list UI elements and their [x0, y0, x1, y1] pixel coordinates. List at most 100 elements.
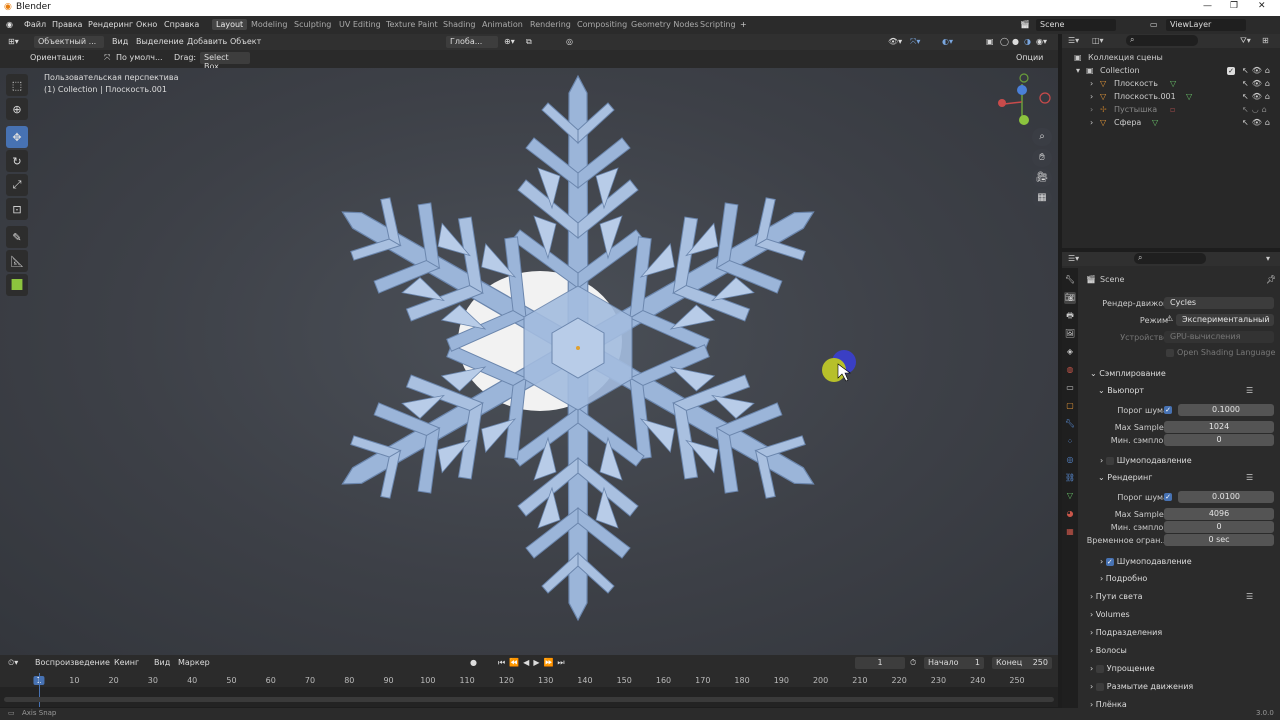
- vp-noise-checkbox[interactable]: ✓: [1164, 405, 1175, 414]
- presets-list-icon[interactable]: ☰: [1246, 473, 1253, 482]
- vp-max-samples-field[interactable]: 1024: [1164, 421, 1274, 433]
- restriction-icons[interactable]: ↖👁︎⌂: [1242, 79, 1273, 88]
- outliner-search-input[interactable]: ⌕: [1126, 35, 1198, 46]
- annotate-tool-icon[interactable]: ✎: [6, 226, 28, 248]
- proportional-edit-icon[interactable]: ◎: [566, 37, 573, 46]
- section-advanced[interactable]: › Подробно: [1100, 574, 1147, 583]
- preview-range-icon[interactable]: ⏱: [910, 658, 916, 668]
- drag-dropdown[interactable]: Select Box: [200, 52, 250, 71]
- expand-arrow-icon[interactable]: ›: [1090, 105, 1093, 114]
- expand-arrow-icon[interactable]: ▾: [1076, 66, 1080, 75]
- menu-file[interactable]: Файл: [24, 20, 46, 29]
- tab-shading[interactable]: Shading: [443, 20, 476, 29]
- tab-modeling[interactable]: Modeling: [251, 20, 287, 29]
- section-sampling[interactable]: ⌄ Сэмплирование: [1090, 369, 1166, 378]
- r-noise-threshold-field[interactable]: 0.0100: [1178, 491, 1274, 503]
- current-frame-field[interactable]: 1: [855, 657, 905, 669]
- render-engine-dropdown[interactable]: Cycles: [1164, 297, 1274, 309]
- mode-dropdown[interactable]: Объектный ...: [34, 36, 104, 48]
- tab-scripting[interactable]: Scripting: [700, 20, 736, 29]
- restriction-icons[interactable]: ↖👁︎⌂: [1242, 118, 1273, 127]
- transform-orientation-dropdown[interactable]: Глоба...: [446, 36, 498, 48]
- tab-geometry-nodes[interactable]: Geometry Nodes: [631, 20, 698, 29]
- shading-rendered-icon[interactable]: ◉▾: [1036, 37, 1047, 46]
- transform-tool-icon[interactable]: ⊡: [6, 198, 28, 220]
- expand-arrow-icon[interactable]: ›: [1090, 118, 1093, 127]
- display-mode-icon[interactable]: ◫▾: [1092, 36, 1104, 45]
- minimize-icon[interactable]: —: [1203, 1, 1212, 11]
- move-tool-icon[interactable]: ✥: [6, 126, 28, 148]
- close-icon[interactable]: ✕: [1258, 1, 1266, 11]
- mode-dropdown[interactable]: Экспериментальный: [1176, 314, 1274, 326]
- section-vp-denoise[interactable]: › Шумоподавление: [1100, 456, 1192, 465]
- output-tab-icon[interactable]: 🖶︎: [1064, 310, 1076, 322]
- tab-layout[interactable]: Layout: [212, 19, 248, 30]
- properties-search-input[interactable]: ⌕: [1134, 253, 1206, 264]
- properties-options-icon[interactable]: ▾: [1266, 254, 1270, 263]
- tab-uv-editing[interactable]: UV Editing: [339, 20, 381, 29]
- restriction-icons[interactable]: ↖👁︎⌂: [1242, 66, 1273, 75]
- section-subdivision[interactable]: › Подразделения: [1090, 628, 1162, 637]
- restriction-icons[interactable]: ↖👁︎⌂: [1242, 92, 1273, 101]
- scene-icon[interactable]: 🎬︎: [1020, 20, 1030, 29]
- scene-tab-icon[interactable]: ◈: [1064, 346, 1076, 358]
- visibility-icon[interactable]: 👁︎▾: [888, 37, 902, 46]
- device-dropdown[interactable]: GPU-вычисления: [1164, 331, 1274, 343]
- select-box-tool-icon[interactable]: ⬚: [6, 74, 28, 96]
- menu-edit[interactable]: Правка: [52, 20, 82, 29]
- data-tab-icon[interactable]: ▽: [1064, 490, 1076, 502]
- collection-tab-icon[interactable]: ▭: [1064, 382, 1076, 394]
- shading-solid-icon[interactable]: ●: [1012, 37, 1019, 46]
- object-tab-icon[interactable]: ▢: [1064, 400, 1076, 412]
- viewlayer-field[interactable]: ViewLayer: [1166, 19, 1246, 31]
- camera-view-icon[interactable]: 🎥︎: [1032, 169, 1052, 187]
- outliner-row-object[interactable]: › ✢ Пустышка ▫ ↖◡⌂: [1062, 105, 1280, 118]
- menu-select[interactable]: Выделение: [136, 37, 184, 46]
- section-light-paths[interactable]: › Пути света: [1090, 592, 1143, 601]
- outliner-row-object[interactable]: › ▽ Плоскость.001 ▽ ↖👁︎⌂: [1062, 92, 1280, 105]
- scene-field[interactable]: Scene: [1036, 19, 1116, 31]
- blender-menu-icon[interactable]: ◉: [6, 20, 13, 29]
- orientation-dropdown[interactable]: По умолч...: [116, 53, 163, 62]
- menu-add[interactable]: Добавить: [187, 37, 227, 46]
- outliner-editor-icon[interactable]: ☰▾: [1068, 36, 1079, 45]
- restriction-icons[interactable]: ↖◡⌂: [1242, 105, 1270, 114]
- tab-sculpting[interactable]: Sculpting: [294, 20, 331, 29]
- gizmo-icon[interactable]: ⤧▾: [910, 37, 920, 47]
- pivot-icon[interactable]: ⊕▾: [504, 37, 515, 46]
- world-tab-icon[interactable]: ◍: [1064, 364, 1076, 376]
- rotate-tool-icon[interactable]: ↻: [6, 150, 28, 172]
- snap-icon[interactable]: ⧉: [526, 37, 532, 47]
- expand-arrow-icon[interactable]: ›: [1090, 79, 1093, 88]
- material-tab-icon[interactable]: ◕: [1064, 508, 1076, 520]
- snowflake-model[interactable]: [0, 68, 1058, 655]
- measure-tool-icon[interactable]: 📐︎: [6, 250, 28, 272]
- properties-editor-icon[interactable]: ☰▾: [1068, 254, 1079, 263]
- scale-tool-icon[interactable]: ⤢: [6, 174, 28, 196]
- menu-view[interactable]: Вид: [112, 37, 128, 46]
- section-motion-blur[interactable]: › Размытие движения: [1090, 682, 1193, 691]
- zoom-icon[interactable]: ⌕: [1032, 128, 1052, 146]
- particles-tab-icon[interactable]: ⁘: [1064, 436, 1076, 448]
- collection-checkbox[interactable]: ✓: [1227, 66, 1238, 75]
- presets-list-icon[interactable]: ☰: [1246, 386, 1253, 395]
- texture-tab-icon[interactable]: ▦: [1064, 526, 1076, 538]
- shading-wireframe-icon[interactable]: ◯: [1000, 37, 1009, 46]
- cursor-tool-icon[interactable]: ⊕: [6, 98, 28, 120]
- editor-type-icon[interactable]: ⊞▾: [8, 37, 19, 46]
- xray-icon[interactable]: ▣: [986, 37, 994, 46]
- menu-window[interactable]: Окно: [136, 20, 157, 29]
- navigation-gizmo[interactable]: [998, 73, 1051, 125]
- r-noise-checkbox[interactable]: ✓: [1164, 492, 1175, 501]
- menu-object[interactable]: Объект: [230, 37, 261, 46]
- record-icon[interactable]: ●: [470, 658, 477, 667]
- r-min-samples-field[interactable]: 0: [1164, 521, 1274, 533]
- outliner-row-scene-collection[interactable]: ▣ Коллекция сцены: [1062, 53, 1280, 66]
- osl-checkbox[interactable]: Open Shading Language: [1166, 348, 1275, 357]
- keying-menu[interactable]: Кеинг: [114, 658, 139, 667]
- presets-list-icon[interactable]: ☰: [1246, 592, 1253, 601]
- menu-help[interactable]: Справка: [164, 20, 199, 29]
- view-layer-tab-icon[interactable]: 🖼︎: [1064, 328, 1076, 340]
- filter-icon[interactable]: ⛛▾: [1240, 36, 1251, 46]
- pin-icon[interactable]: 📌︎: [1266, 275, 1276, 284]
